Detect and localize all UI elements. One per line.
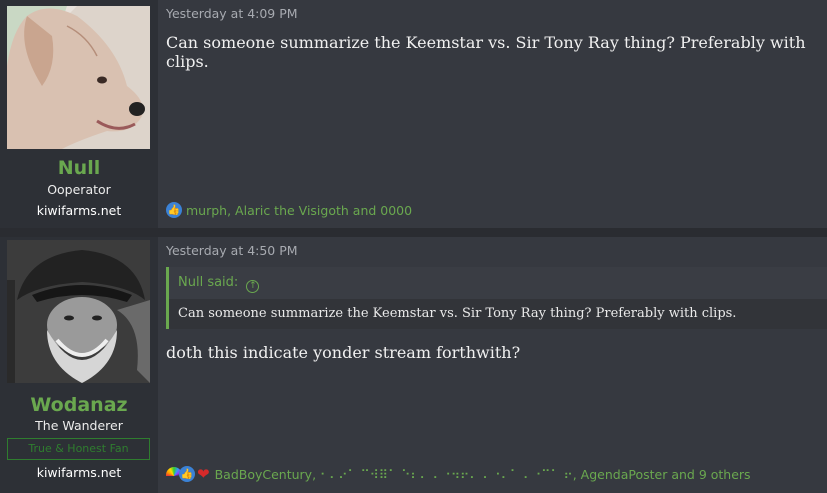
quote-block: Null said: ↑ Can someone summarize the K… — [166, 267, 827, 329]
user-info: Wodanaz The Wanderer True & Honest Fan k… — [0, 237, 158, 493]
post: Wodanaz The Wanderer True & Honest Fan k… — [0, 237, 827, 493]
user-banner: True & Honest Fan — [7, 438, 150, 460]
user-title: Ooperator — [47, 182, 111, 197]
user-domain: kiwifarms.net — [36, 203, 122, 218]
post-main: Yesterday at 4:09 PM Can someone summari… — [158, 0, 827, 228]
post-main: Yesterday at 4:50 PM Null said: ↑ Can so… — [158, 237, 827, 493]
user-info: Null Ooperator kiwifarms.net — [0, 0, 158, 228]
reactions-bar[interactable]: 👍 murph, Alaric the Visigoth and 0000 — [166, 202, 412, 218]
avatar[interactable] — [7, 240, 150, 383]
like-icon: 👍 — [166, 202, 182, 218]
post-timestamp[interactable]: Yesterday at 4:50 PM — [166, 243, 298, 258]
reactions-text[interactable]: murph, Alaric the Visigoth and 0000 — [186, 203, 412, 218]
quote-author[interactable]: Null said: — [178, 275, 238, 290]
post-timestamp[interactable]: Yesterday at 4:09 PM — [166, 6, 298, 21]
username[interactable]: Wodanaz — [0, 394, 158, 416]
post: Null Ooperator kiwifarms.net Yesterday a… — [0, 0, 827, 228]
reactions-bar[interactable]: 👍 ❤ BadBoyCentury, ⠂⠄⠔⠁ ⠉⠺⠿⠁ ⠑⠆⠄ ⠄⠐⠲⠖⠄ ⠄… — [166, 465, 751, 483]
username[interactable]: Null — [0, 157, 158, 179]
user-title: The Wanderer — [35, 418, 123, 433]
like-icon: 👍 — [179, 466, 195, 482]
post-message: Can someone summarize the Keemstar vs. S… — [166, 33, 806, 71]
heart-icon: ❤ — [197, 465, 210, 483]
post-message: doth this indicate yonder stream forthwi… — [166, 343, 521, 362]
quote-header[interactable]: Null said: ↑ — [169, 267, 827, 299]
reactions-text[interactable]: BadBoyCentury, ⠂⠄⠔⠁ ⠉⠺⠿⠁ ⠑⠆⠄ ⠄⠐⠲⠖⠄ ⠄⠐⠄⠁ … — [215, 467, 751, 482]
user-domain: kiwifarms.net — [36, 465, 122, 480]
post-separator — [0, 228, 827, 237]
quote-text: Can someone summarize the Keemstar vs. S… — [169, 299, 827, 329]
arrow-up-circle-icon[interactable]: ↑ — [246, 280, 260, 293]
avatar[interactable] — [7, 6, 150, 149]
